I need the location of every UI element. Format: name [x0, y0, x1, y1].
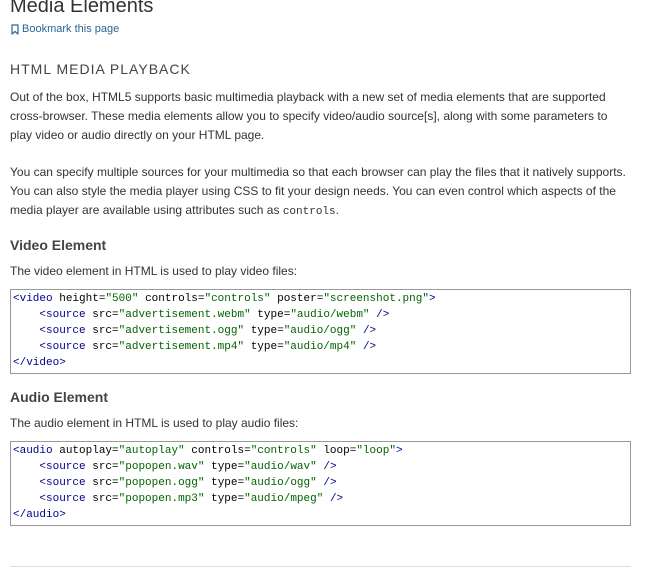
code-line: <source src="advertisement.ogg" type="au… — [39, 325, 377, 337]
code-line: <source src="advertisement.webm" type="a… — [39, 309, 390, 321]
inline-code-controls: controls — [282, 206, 336, 218]
section-heading: HTML MEDIA PLAYBACK — [10, 61, 191, 77]
bookmark-link[interactable]: Bookmark this page — [10, 22, 119, 36]
intro-paragraph: Out of the box, HTML5 supports basic mul… — [10, 90, 608, 142]
video-code-block[interactable]: <video height="500" controls="controls" … — [10, 289, 631, 374]
sources-paragraph: You can specify multiple sources for you… — [10, 163, 631, 222]
code-line: <source src="popopen.wav" type="audio/wa… — [39, 461, 337, 473]
code-line: <audio autoplay="autoplay" controls="con… — [13, 445, 403, 457]
code-line: <source src="popopen.mp3" type="audio/mp… — [39, 493, 344, 505]
bottom-divider — [10, 566, 631, 567]
video-element-heading: Video Element — [10, 237, 107, 253]
content-page: Media Elements Bookmark this page HTML M… — [10, 0, 631, 526]
sources-paragraph-end: . — [335, 203, 339, 217]
audio-element-description: The audio element in HTML is used to pla… — [10, 416, 299, 430]
page-title: Media Elements — [10, 0, 154, 17]
bookmark-icon — [10, 23, 20, 35]
code-line: </video> — [13, 357, 66, 369]
bookmark-label: Bookmark this page — [22, 23, 120, 35]
code-line: <source src="popopen.ogg" type="audio/og… — [39, 477, 337, 489]
video-element-description: The video element in HTML is used to pla… — [10, 264, 298, 278]
code-line: <video height="500" controls="controls" … — [13, 293, 436, 305]
audio-code-block[interactable]: <audio autoplay="autoplay" controls="con… — [10, 441, 631, 526]
code-line: <source src="advertisement.mp4" type="au… — [39, 341, 377, 353]
audio-element-heading: Audio Element — [10, 389, 109, 405]
code-line: </audio> — [13, 509, 66, 521]
